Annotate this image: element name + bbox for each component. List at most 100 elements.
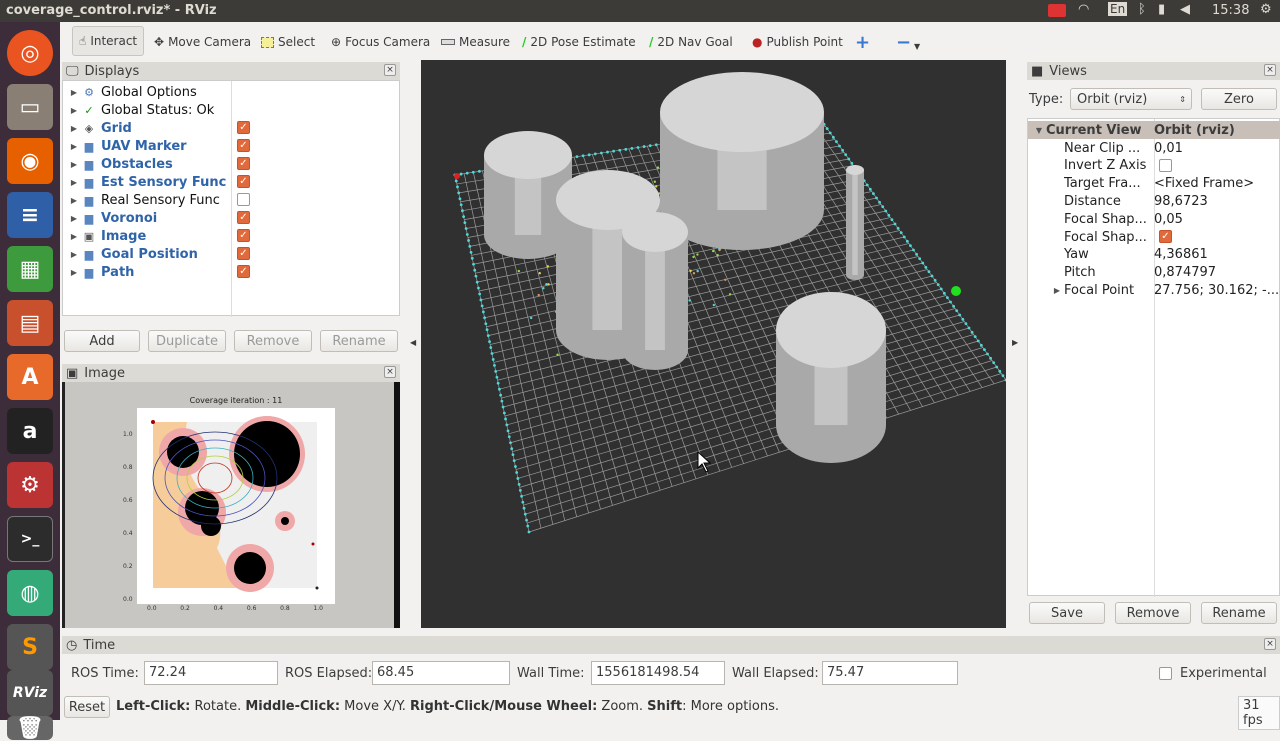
bluetooth-icon[interactable]: ᛒ (1138, 2, 1146, 17)
experimental-checkbox[interactable] (1159, 667, 1172, 680)
wall-time-field[interactable]: 1556181498.54 (591, 661, 725, 685)
rename-view-button[interactable]: Rename (1201, 602, 1277, 624)
display-item[interactable]: ▶ ✓ Global Status: Ok (63, 101, 401, 119)
terminal-icon[interactable]: >_ (7, 516, 53, 562)
wall-elapsed-field[interactable]: 75.47 (822, 661, 958, 685)
remove-view-button[interactable]: Remove (1115, 602, 1191, 624)
calc-icon[interactable]: ▦ (7, 246, 53, 292)
settings-icon[interactable]: ⚙ (7, 462, 53, 508)
3d-viewport[interactable] (421, 60, 1006, 628)
display-item[interactable]: ▶ ▆ Path ✓ (63, 263, 401, 281)
view-property[interactable]: Near Clip ... 0,01 (1028, 139, 1280, 157)
display-checkbox[interactable]: ✓ (237, 211, 250, 224)
rename-button[interactable]: Rename (320, 330, 398, 352)
close-icon[interactable]: × (384, 64, 396, 76)
view-property[interactable]: ▶ Focal Point 27.756; 30.162; -... (1028, 281, 1280, 299)
view-property[interactable]: Invert Z Axis (1028, 157, 1280, 175)
display-item[interactable]: ▶ ⚙ Global Options (63, 83, 401, 101)
display-checkbox[interactable]: ✓ (237, 139, 250, 152)
display-checkbox[interactable]: ✓ (237, 265, 250, 278)
interact-tool[interactable]: ☝ Interact (72, 26, 144, 56)
zero-button[interactable]: Zero (1201, 88, 1277, 110)
writer-icon[interactable]: ≡ (7, 192, 53, 238)
collapse-right-icon[interactable]: ▶ (1012, 338, 1018, 347)
chevron-down-icon[interactable]: ▼ (914, 34, 920, 58)
amazon-icon[interactable]: a (7, 408, 53, 454)
expand-icon[interactable]: ▶ (67, 268, 81, 277)
clock[interactable]: 15:38 (1212, 3, 1249, 18)
close-icon[interactable]: × (1264, 638, 1276, 650)
files-icon[interactable]: ▭ (7, 84, 53, 130)
view-type-select[interactable]: Orbit (rviz) ⇕ (1070, 88, 1192, 110)
display-item[interactable]: ▶ ◈ Grid ✓ (63, 119, 401, 137)
publish-point-tool[interactable]: ● Publish Point (752, 30, 843, 54)
expand-icon[interactable]: ▶ (67, 106, 81, 115)
record-icon[interactable] (1048, 4, 1066, 17)
display-item[interactable]: ▶ ▆ Real Sensory Func (63, 191, 401, 209)
ubuntu-icon[interactable]: ◎ (7, 30, 53, 76)
current-view-row[interactable]: ▼ Current View Orbit (rviz) (1028, 121, 1280, 139)
2d-nav-goal-tool[interactable]: /2D Nav Goal (649, 30, 733, 54)
display-checkbox[interactable]: ✓ (237, 247, 250, 260)
view-property[interactable]: Focal Shap... 0,05 (1028, 210, 1280, 228)
view-property[interactable]: Yaw 4,36861 (1028, 246, 1280, 264)
display-checkbox[interactable]: ✓ (237, 157, 250, 170)
display-item[interactable]: ▶ ▆ Obstacles ✓ (63, 155, 401, 173)
impress-icon[interactable]: ▤ (7, 300, 53, 346)
expand-icon[interactable]: ▶ (67, 214, 81, 223)
view-property[interactable]: Distance 98,6723 (1028, 192, 1280, 210)
display-checkbox[interactable] (237, 193, 250, 206)
software-icon[interactable]: A (7, 354, 53, 400)
expand-icon[interactable]: ▶ (67, 88, 81, 97)
collapse-left-icon[interactable]: ◀ (410, 338, 416, 347)
gear-icon[interactable]: ⚙ (1260, 2, 1272, 17)
display-checkbox[interactable]: ✓ (237, 175, 250, 188)
view-property[interactable]: Pitch 0,874797 (1028, 264, 1280, 282)
chrome-icon[interactable]: ◍ (7, 570, 53, 616)
ros-elapsed-field[interactable]: 68.45 (372, 661, 510, 685)
expand-icon[interactable]: ▶ (67, 160, 81, 169)
duplicate-button[interactable]: Duplicate (148, 330, 226, 352)
move-camera-tool[interactable]: ✥ Move Camera (154, 30, 251, 54)
expand-icon[interactable]: ▶ (67, 196, 81, 205)
2d-pose-estimate-tool[interactable]: /2D Pose Estimate (522, 30, 636, 54)
close-icon[interactable]: × (384, 366, 396, 378)
prop-checkbox[interactable]: ✓ (1159, 230, 1172, 243)
expand-icon[interactable]: ▶ (67, 142, 81, 151)
display-item[interactable]: ▶ ▆ Voronoi ✓ (63, 209, 401, 227)
select-tool[interactable]: Select (261, 30, 315, 54)
view-property[interactable]: Target Fra... <Fixed Frame> (1028, 175, 1280, 193)
close-icon[interactable]: × (1264, 64, 1276, 76)
expand-icon[interactable]: ▶ (67, 124, 81, 133)
expand-icon[interactable]: ▶ (67, 250, 81, 259)
add-tool-button[interactable]: + (855, 30, 870, 54)
ros-time-field[interactable]: 72.24 (144, 661, 278, 685)
sublime-icon[interactable]: S (7, 624, 53, 670)
view-property[interactable]: Focal Shap... ✓ (1028, 228, 1280, 246)
remove-tool-button[interactable]: − (896, 30, 911, 54)
measure-tool[interactable]: Measure (441, 30, 510, 54)
keyboard-indicator[interactable]: En (1108, 2, 1127, 16)
prop-value: 0,05 (1154, 212, 1183, 227)
wifi-icon[interactable]: ◠ (1078, 2, 1089, 17)
display-checkbox[interactable]: ✓ (237, 121, 250, 134)
remove-button[interactable]: Remove (234, 330, 312, 352)
focus-camera-tool[interactable]: ⊕ Focus Camera (331, 30, 430, 54)
voronoi-dot (457, 191, 460, 194)
expand-icon[interactable]: ▶ (67, 178, 81, 187)
display-item[interactable]: ▶ ▆ UAV Marker ✓ (63, 137, 401, 155)
display-item[interactable]: ▶ ▣ Image ✓ (63, 227, 401, 245)
display-checkbox[interactable]: ✓ (237, 229, 250, 242)
save-button[interactable]: Save (1029, 602, 1105, 624)
reset-button[interactable]: Reset (64, 696, 110, 718)
display-item[interactable]: ▶ ▆ Est Sensory Func ✓ (63, 173, 401, 191)
expand-icon[interactable]: ▼ (1032, 126, 1046, 135)
firefox-icon[interactable]: ◉ (7, 138, 53, 184)
prop-checkbox[interactable] (1159, 159, 1172, 172)
add-button[interactable]: Add (64, 330, 140, 352)
volume-icon[interactable]: ◀ (1180, 2, 1190, 17)
expand-icon[interactable]: ▶ (67, 232, 81, 241)
battery-icon[interactable]: ▮ (1158, 2, 1165, 17)
display-item[interactable]: ▶ ▆ Goal Position ✓ (63, 245, 401, 263)
rviz-icon[interactable]: RViz (7, 670, 53, 716)
